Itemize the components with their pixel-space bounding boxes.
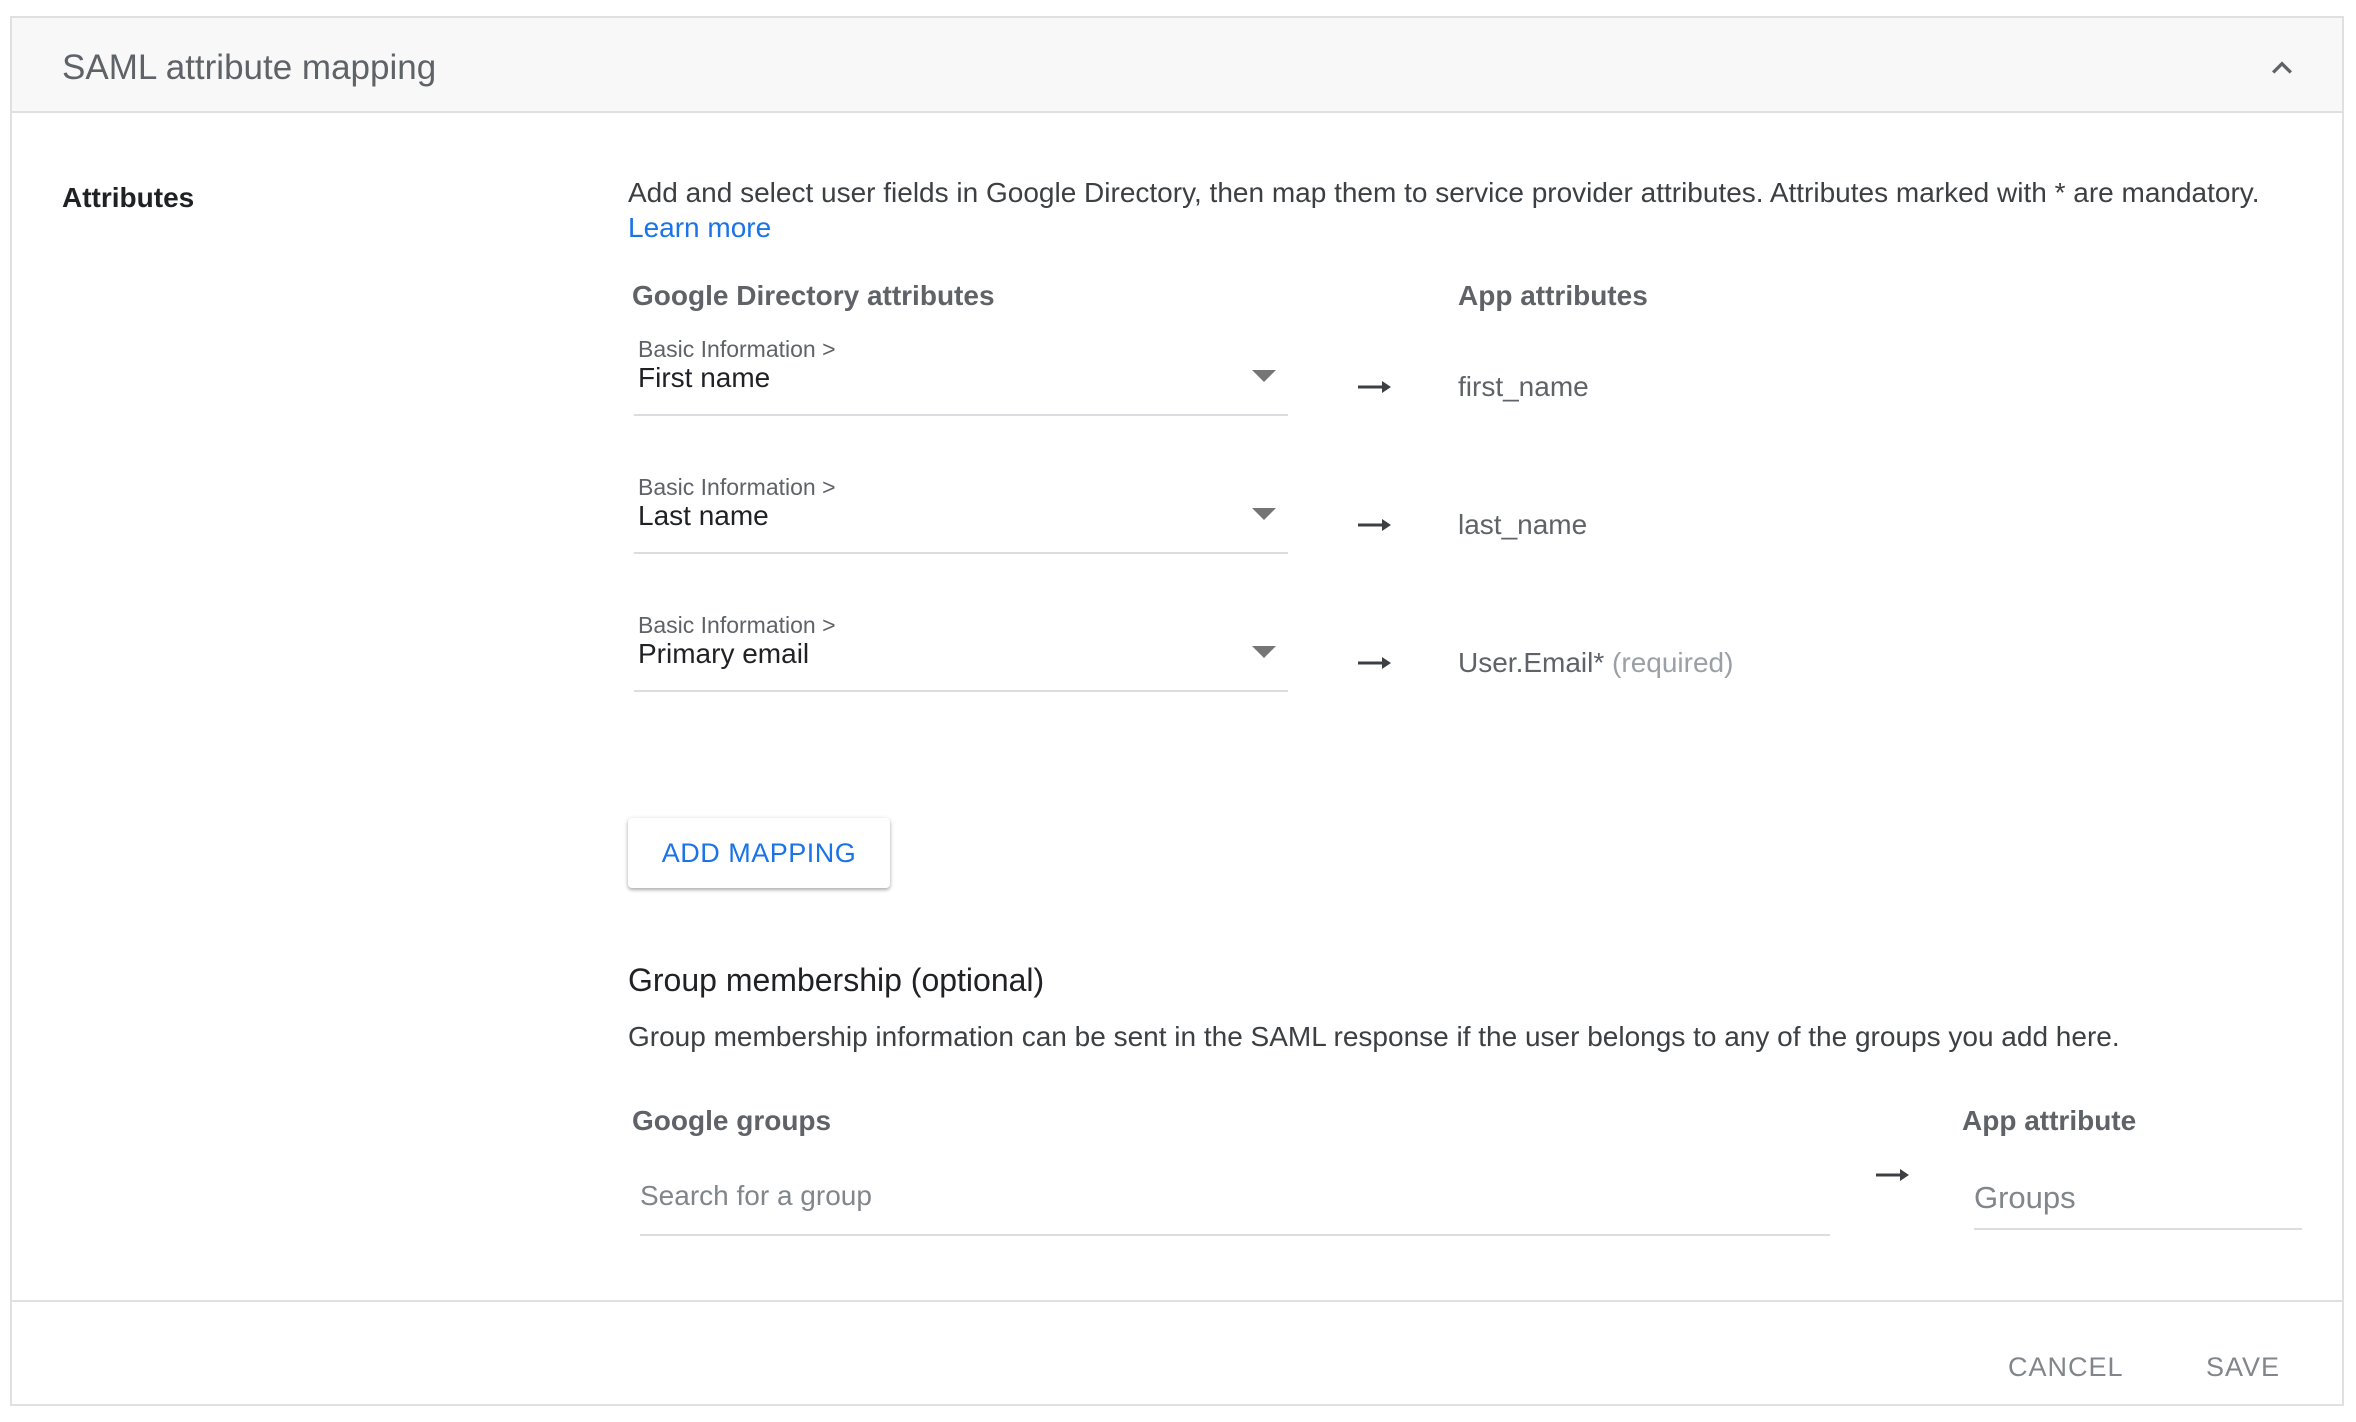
group-search-input[interactable] [640, 1158, 1830, 1236]
cancel-button[interactable]: CANCEL [2008, 1352, 2124, 1383]
learn-more-link[interactable]: Learn more [628, 211, 771, 244]
attributes-section-label: Attributes [62, 182, 195, 213]
attribute-category: Basic Information > [638, 474, 836, 500]
arrow-right-icon [1358, 656, 1392, 670]
app-attribute-header: App attribute [1962, 1105, 2137, 1136]
chevron-up-icon[interactable] [2262, 48, 2302, 88]
app-attribute-user-email: User.Email* (required) [1458, 647, 1733, 679]
attribute-value: First name [638, 362, 771, 393]
dropdown-arrow-icon [1252, 370, 1276, 382]
app-attribute-name: User.Email* [1458, 647, 1605, 678]
saml-attribute-mapping-card: SAML attribute mapping Attributes Add an… [10, 16, 2344, 1406]
arrow-right-icon [1358, 518, 1392, 532]
group-membership-description: Group membership information can be sent… [628, 1021, 2120, 1052]
add-mapping-button[interactable]: ADD MAPPING [628, 818, 890, 888]
dropdown-arrow-icon [1252, 508, 1276, 520]
card-header[interactable]: SAML attribute mapping [12, 18, 2342, 113]
directory-attributes-header: Google Directory attributes [632, 280, 995, 311]
directory-attribute-select-primary-email[interactable]: Basic Information > Primary email [634, 612, 1288, 692]
group-membership-title: Group membership (optional) [628, 962, 1045, 998]
directory-attribute-select-last-name[interactable]: Basic Information > Last name [634, 474, 1288, 554]
google-groups-header: Google groups [632, 1105, 832, 1136]
group-app-attribute-input[interactable] [1974, 1168, 2302, 1230]
app-attributes-header: App attributes [1458, 280, 1648, 311]
app-attribute-first-name: first_name [1458, 371, 1589, 403]
app-attribute-last-name: last_name [1458, 509, 1587, 541]
footer-divider [12, 1300, 2342, 1302]
attributes-description: Add and select user fields in Google Dir… [628, 177, 2260, 208]
required-note: (required) [1612, 647, 1734, 678]
attribute-category: Basic Information > [638, 612, 836, 638]
directory-attribute-select-first-name[interactable]: Basic Information > First name [634, 336, 1288, 416]
dropdown-arrow-icon [1252, 646, 1276, 658]
arrow-right-icon [1358, 380, 1392, 394]
card-title: SAML attribute mapping [62, 48, 437, 87]
arrow-right-icon [1876, 1168, 1910, 1182]
attribute-value: Last name [638, 500, 769, 531]
attribute-category: Basic Information > [638, 336, 836, 362]
save-button[interactable]: SAVE [2206, 1352, 2280, 1383]
app-attribute-name: first_name [1458, 371, 1589, 402]
attribute-value: Primary email [638, 638, 810, 669]
app-attribute-name: last_name [1458, 509, 1588, 540]
